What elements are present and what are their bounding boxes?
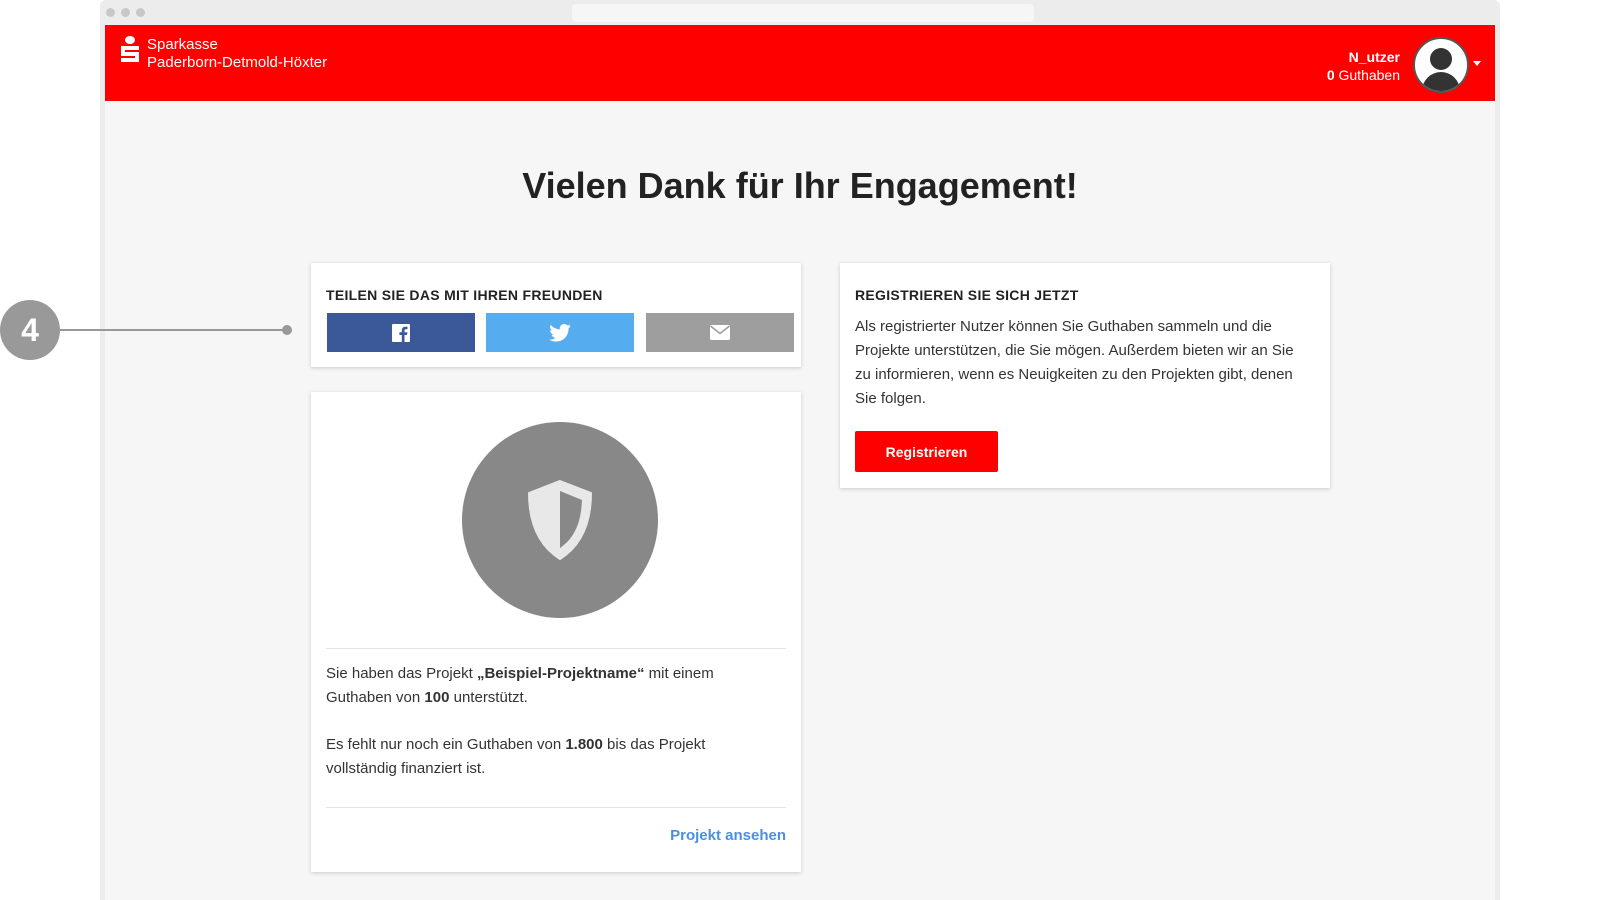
view-project-link[interactable]: Projekt ansehen <box>670 827 786 844</box>
avatar[interactable] <box>1413 37 1469 93</box>
register-title: REGISTRIEREN SIE SICH JETZT <box>855 287 1079 303</box>
support-amount: 100 <box>424 689 450 706</box>
divider <box>326 648 786 649</box>
chevron-down-icon[interactable] <box>1473 61 1481 66</box>
callout-dot <box>282 325 292 335</box>
browser-window: Sparkasse Paderborn-Detmold-Höxter N_utz… <box>100 0 1500 900</box>
address-bar[interactable] <box>572 4 1034 22</box>
mail-icon <box>710 325 730 340</box>
project-card: Sie haben das Projekt „Beispiel-Projektn… <box>311 392 801 872</box>
share-card: TEILEN SIE DAS MIT IHREN FREUNDEN <box>311 263 801 367</box>
text-fragment: Sie haben das Projekt <box>326 665 477 682</box>
header-bar: Sparkasse Paderborn-Detmold-Höxter N_utz… <box>105 25 1495 101</box>
brand-logo[interactable]: Sparkasse Paderborn-Detmold-Höxter <box>119 36 327 72</box>
text-fragment: unterstützt. <box>449 689 528 706</box>
project-remaining-text: Es fehlt nur noch ein Guthaben von 1.800… <box>326 733 766 781</box>
page-content: Sparkasse Paderborn-Detmold-Höxter N_utz… <box>105 25 1495 900</box>
divider <box>326 807 786 808</box>
credits-value: 0 <box>1326 67 1335 83</box>
user-credits: 0 Guthaben <box>1327 66 1400 84</box>
facebook-icon <box>392 323 410 342</box>
sparkasse-logo-icon <box>119 36 141 62</box>
user-info[interactable]: N_utzer 0 Guthaben <box>1327 48 1400 84</box>
window-dot[interactable] <box>106 8 115 17</box>
text-fragment: Es fehlt nur noch ein Guthaben von <box>326 736 566 753</box>
share-title: TEILEN SIE DAS MIT IHREN FREUNDEN <box>326 287 603 303</box>
email-share-button[interactable] <box>646 313 794 352</box>
avatar-head <box>1430 48 1452 70</box>
window-dot[interactable] <box>121 8 130 17</box>
twitter-icon <box>549 323 571 342</box>
window-controls <box>106 8 145 17</box>
project-name: „Beispiel-Projektname“ <box>476 665 645 682</box>
user-name: N_utzer <box>1348 49 1400 65</box>
register-button[interactable]: Registrieren <box>855 431 998 472</box>
callout-line <box>60 329 287 331</box>
project-support-text: Sie haben das Projekt „Beispiel-Projektn… <box>326 662 766 710</box>
window-dot[interactable] <box>136 8 145 17</box>
credits-label: Guthaben <box>1338 67 1401 83</box>
shield-icon <box>527 479 593 561</box>
callout-marker: 4 <box>0 300 60 360</box>
page-title: Vielen Dank für Ihr Engagement! <box>522 165 1078 206</box>
brand-line-1: Sparkasse <box>147 36 218 53</box>
twitter-share-button[interactable] <box>486 313 634 352</box>
project-image <box>462 422 658 618</box>
brand-line-2: Paderborn-Detmold-Höxter <box>147 54 328 71</box>
avatar-body <box>1422 72 1460 91</box>
facebook-share-button[interactable] <box>327 313 475 352</box>
register-text: Als registrierter Nutzer können Sie Guth… <box>855 318 1294 407</box>
register-card: REGISTRIEREN SIE SICH JETZT Als registri… <box>840 263 1330 488</box>
remaining-amount: 1.800 <box>565 736 603 753</box>
brand-name: Sparkasse Paderborn-Detmold-Höxter <box>147 36 327 72</box>
